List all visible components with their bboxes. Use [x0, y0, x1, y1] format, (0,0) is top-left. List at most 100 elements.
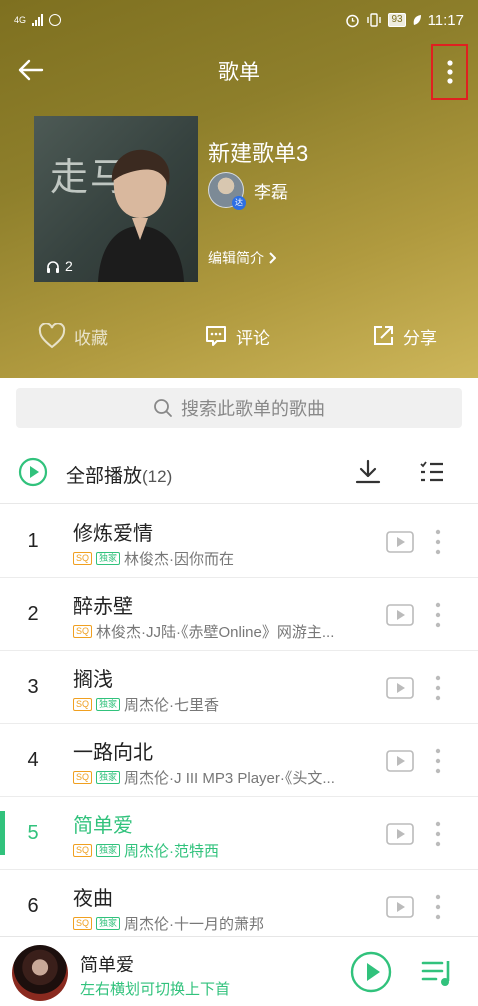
playlist-name: 新建歌单3	[208, 141, 309, 166]
song-index: 1	[27, 530, 39, 552]
creator-name: 李磊	[254, 182, 288, 202]
playlist-cover[interactable]: 走马 2	[34, 116, 198, 282]
status-bar: 4G 93 11:17	[0, 0, 478, 40]
song-row[interactable]: 2 醉赤壁 SQ 林俊杰·JJ陆·《赤壁Online》网游主...	[0, 578, 478, 651]
play-count: 2	[46, 258, 73, 274]
song-meta: SQ 独家 周杰伦·七里香	[73, 694, 363, 715]
cover-artist-image	[98, 149, 184, 282]
exclusive-tag: 独家	[96, 698, 121, 711]
song-row[interactable]: 1 修炼爱情 SQ 独家 林俊杰·因你而在	[0, 505, 478, 578]
play-count-value: 2	[65, 258, 73, 274]
exclusive-tag: 独家	[96, 917, 121, 930]
verified-badge: 达	[232, 196, 246, 210]
mv-play-icon[interactable]	[386, 531, 414, 553]
headphones-icon	[47, 260, 59, 273]
song-artist-album: 林俊杰·因你而在	[124, 551, 235, 568]
exclusive-tag: 独家	[96, 844, 121, 857]
search-section: 搜索此歌单的歌曲	[0, 378, 478, 440]
sq-quality-tag: SQ	[73, 552, 93, 565]
song-index: 3	[27, 676, 39, 698]
mv-play-icon[interactable]	[386, 677, 414, 699]
play-all-label: 全部播放	[66, 466, 143, 487]
mv-play-icon[interactable]	[386, 823, 414, 845]
song-meta: SQ 独家 周杰伦·J III MP3 Player·《头文...	[73, 767, 363, 788]
play-circle-icon[interactable]	[18, 457, 48, 487]
mv-play-icon[interactable]	[386, 896, 414, 918]
favorite-button[interactable]: 收藏	[38, 316, 108, 356]
song-list: 1 修炼爱情 SQ 独家 林俊杰·因你而在 2 醉赤壁 SQ 林俊杰·JJ陆·《赤壁Online…	[0, 505, 478, 943]
mv-play-icon[interactable]	[386, 750, 414, 772]
sq-quality-tag: SQ	[73, 917, 93, 930]
comment-label: 评论	[236, 328, 270, 348]
mv-play-icon[interactable]	[386, 604, 414, 626]
download-icon[interactable]	[354, 458, 382, 486]
song-more-icon[interactable]	[430, 746, 446, 776]
song-index: 6	[27, 895, 39, 917]
song-artist-album: 周杰伦·七里香	[124, 697, 220, 714]
more-vertical-icon	[446, 60, 453, 84]
song-meta: SQ 独家 周杰伦·十一月的萧邦	[73, 913, 363, 934]
song-title: 醉赤壁	[73, 596, 133, 618]
sq-quality-tag: SQ	[73, 844, 93, 857]
song-title: 搁浅	[73, 669, 113, 691]
edit-intro-label: 编辑简介	[208, 250, 264, 266]
heart-icon	[38, 323, 66, 349]
song-title: 一路向北	[73, 742, 153, 764]
song-more-icon[interactable]	[430, 527, 446, 557]
exclusive-tag: 独家	[96, 771, 121, 784]
sq-quality-tag: SQ	[73, 625, 93, 638]
song-row[interactable]: 3 搁浅 SQ 独家 周杰伦·七里香	[0, 651, 478, 724]
playlist-header: 4G 93 11:17 歌单 走马 2 新建歌单3 达 李磊 编辑简介 收藏 评…	[0, 0, 478, 378]
song-more-icon[interactable]	[430, 819, 446, 849]
song-artist-album: 周杰伦·十一月的萧邦	[124, 916, 265, 933]
creator-info[interactable]: 达 李磊	[208, 172, 288, 210]
search-input[interactable]: 搜索此歌单的歌曲	[16, 388, 462, 428]
comment-button[interactable]: 评论	[204, 316, 270, 356]
creator-avatar[interactable]: 达	[208, 172, 246, 210]
globe-icon	[49, 14, 62, 26]
mini-player-hint: 左右横划可切换上下首	[80, 981, 231, 998]
now-playing-indicator	[0, 811, 5, 855]
song-title: 夜曲	[73, 888, 113, 910]
sq-quality-tag: SQ	[73, 771, 93, 784]
share-icon	[374, 326, 393, 345]
more-options-button[interactable]	[431, 44, 468, 100]
song-row[interactable]: 5 简单爱 SQ 独家 周杰伦·范特西	[0, 797, 478, 870]
status-left: 4G	[14, 14, 62, 26]
leaf-icon	[413, 15, 421, 25]
play-all-button[interactable]: 全部播放(12)	[66, 461, 172, 488]
network-type: 4G	[14, 14, 27, 25]
playlist-queue-icon[interactable]	[420, 957, 456, 989]
song-meta: SQ 林俊杰·JJ陆·《赤壁Online》网游主...	[73, 621, 363, 642]
mini-player-title: 简单爱	[80, 955, 134, 975]
song-meta: SQ 独家 周杰伦·范特西	[73, 840, 363, 861]
action-bar: 收藏 评论 分享	[0, 316, 478, 356]
song-more-icon[interactable]	[430, 600, 446, 630]
song-index: 4	[27, 749, 39, 771]
song-artist-album: 林俊杰·JJ陆·《赤壁Online》网游主...	[96, 624, 335, 641]
play-all-bar: 全部播放(12)	[0, 440, 478, 504]
page-title: 歌单	[218, 61, 260, 84]
chevron-right-icon	[269, 252, 276, 264]
song-row[interactable]: 6 夜曲 SQ 独家 周杰伦·十一月的萧邦	[0, 870, 478, 943]
song-meta: SQ 独家 林俊杰·因你而在	[73, 548, 363, 569]
battery-indicator: 93	[388, 13, 406, 27]
song-artist-album: 周杰伦·J III MP3 Player·《头文...	[124, 770, 335, 787]
play-all-count: (12)	[142, 467, 173, 486]
exclusive-tag: 独家	[96, 552, 121, 565]
song-row[interactable]: 4 一路向北 SQ 独家 周杰伦·J III MP3 Player·《头文...	[0, 724, 478, 797]
share-button[interactable]: 分享	[371, 316, 437, 356]
mini-play-button[interactable]	[350, 951, 392, 993]
song-more-icon[interactable]	[430, 673, 446, 703]
share-label: 分享	[403, 328, 437, 348]
edit-intro-link[interactable]: 编辑简介	[208, 248, 276, 268]
mini-player-cover[interactable]	[12, 945, 68, 1001]
song-index: 2	[27, 603, 39, 625]
comment-icon	[206, 326, 226, 346]
song-more-icon[interactable]	[430, 892, 446, 922]
song-artist-album: 周杰伦·范特西	[124, 843, 220, 860]
multi-select-icon[interactable]	[418, 458, 446, 486]
favorite-label: 收藏	[74, 328, 108, 348]
mini-player[interactable]: 简单爱 左右横划可切换上下首	[0, 936, 478, 1006]
alarm-icon	[346, 14, 360, 27]
